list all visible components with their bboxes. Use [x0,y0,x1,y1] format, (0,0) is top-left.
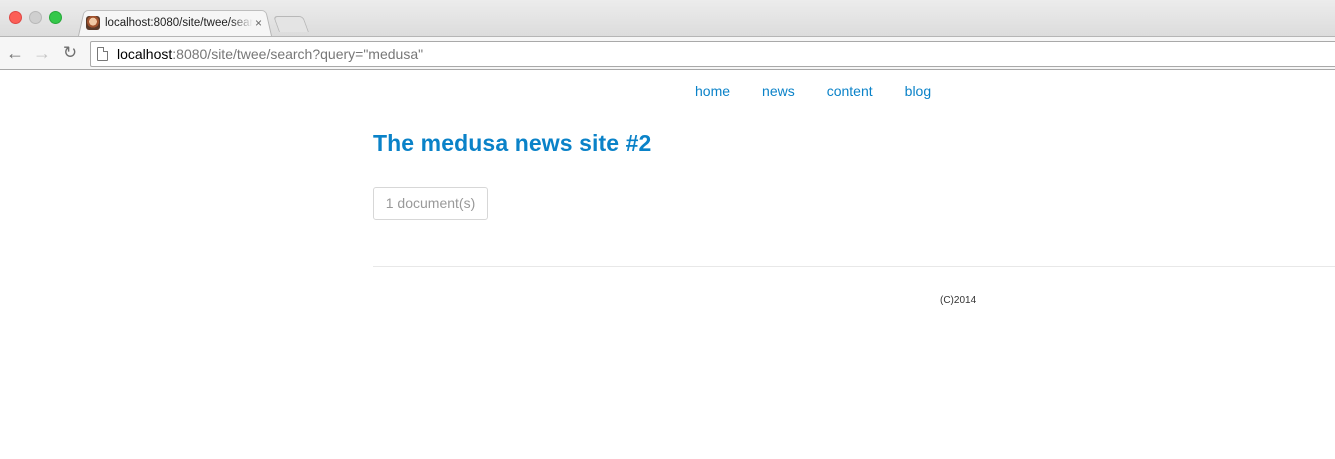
url-path: :8080/site/twee/search?query="medusa" [172,46,424,62]
nav-link-blog[interactable]: blog [905,82,931,100]
nav-link-news[interactable]: news [762,82,795,100]
forward-arrow-icon[interactable]: → [32,43,52,63]
page-icon [97,47,108,61]
nav-link-content[interactable]: content [827,82,873,100]
address-bar[interactable]: localhost:8080/site/twee/search?query="m… [90,41,1335,67]
address-bar-url[interactable]: localhost:8080/site/twee/search?query="m… [117,46,423,63]
reload-icon[interactable]: ↻ [60,43,80,63]
document-count-button[interactable]: 1 document(s) [373,187,488,220]
site-favicon-icon [86,16,100,30]
minimize-window-button[interactable] [29,11,42,24]
tab-close-icon[interactable]: × [255,16,262,30]
window-titlebar: localhost:8080/site/twee/search?query="m… [0,0,1335,37]
tab-title: localhost:8080/site/twee/search?query="m… [105,17,253,29]
page-title[interactable]: The medusa news site #2 [373,130,651,157]
url-host: localhost [117,46,173,62]
new-tab-button[interactable] [273,16,309,32]
close-window-button[interactable] [9,11,22,24]
site-nav: home news content blog [695,82,931,100]
maximize-window-button[interactable] [49,11,62,24]
copyright-footer: (C)2014 [940,295,977,306]
browser-toolbar: ← → ↻ localhost:8080/site/twee/search?qu… [0,36,1335,70]
divider [373,266,1335,267]
browser-tab-content[interactable]: localhost:8080/site/twee/search?query="m… [86,13,268,33]
nav-link-home[interactable]: home [695,82,730,100]
back-arrow-icon[interactable]: ← [5,43,25,63]
